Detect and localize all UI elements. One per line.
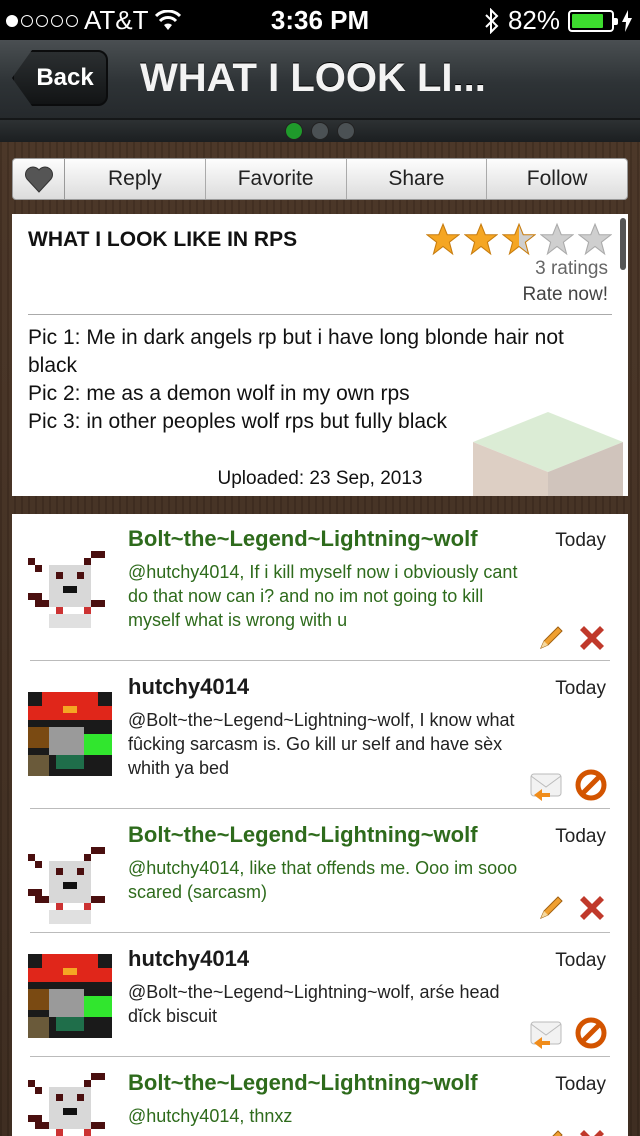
comment-date: Today (555, 826, 606, 847)
ratings-count: 3 ratings (535, 258, 608, 279)
like-button[interactable] (13, 159, 65, 199)
page-indicator[interactable] (0, 120, 640, 142)
skull-avatar[interactable] (28, 1066, 112, 1136)
delete-x-icon[interactable] (576, 892, 608, 924)
star-icon[interactable] (502, 222, 536, 256)
delete-x-icon[interactable] (576, 1126, 608, 1136)
star-icon[interactable] (540, 222, 574, 256)
divider (28, 314, 612, 315)
skull-avatar[interactable] (28, 840, 112, 924)
page-dot[interactable] (337, 122, 355, 140)
skull-avatar[interactable] (28, 544, 112, 628)
battery-percent: 82% (507, 5, 560, 35)
comment-actions (530, 768, 608, 802)
star-icon[interactable] (578, 222, 612, 256)
upload-date: Uploaded: 23 Sep, 2013 (217, 468, 423, 489)
reply-button[interactable]: Reply (65, 159, 206, 199)
favorite-button[interactable]: Favorite (206, 159, 347, 199)
comment-text: @Bolt~the~Legend~Lightning~wolf, I know … (128, 710, 515, 778)
delete-x-icon[interactable] (576, 622, 608, 654)
edit-pencil-icon[interactable] (536, 623, 566, 653)
block-icon[interactable] (574, 768, 608, 802)
comment-actions (536, 1126, 608, 1136)
star-icon[interactable] (464, 222, 498, 256)
comment-divider (30, 1056, 610, 1057)
page-title: WHAT I LOOK LI... (140, 56, 486, 100)
post-card: WHAT I LOOK LIKE IN RPS 3 ratings Rate n… (12, 214, 628, 496)
comment-divider (30, 660, 610, 661)
star-icon[interactable] (426, 222, 460, 256)
red-hat-avatar[interactable] (28, 692, 112, 776)
post-body-line: Pic 1: Me in dark angels rp but i have l… (28, 326, 564, 377)
scrollbar[interactable] (620, 218, 626, 270)
page-dot[interactable] (285, 122, 303, 140)
post-title: WHAT I LOOK LIKE IN RPS (28, 228, 298, 251)
edit-pencil-icon[interactable] (536, 1127, 566, 1136)
red-hat-avatar[interactable] (28, 954, 112, 1038)
comment-author[interactable]: Bolt~the~Legend~Lightning~wolf (128, 526, 478, 552)
bluetooth-icon (485, 7, 499, 34)
comment-date: Today (555, 678, 606, 699)
comment-date: Today (555, 950, 606, 971)
share-button[interactable]: Share (347, 159, 488, 199)
comment-actions (536, 892, 608, 924)
battery-icon (568, 9, 618, 32)
comment-text: @hutchy4014, If i kill myself now i obvi… (128, 562, 518, 630)
block-icon[interactable] (574, 1016, 608, 1050)
comment-date: Today (555, 530, 606, 551)
comment-text: @hutchy4014, thnxz (128, 1106, 293, 1126)
heart-icon (24, 166, 53, 193)
comment-divider (30, 808, 610, 809)
edit-pencil-icon[interactable] (536, 893, 566, 923)
rate-now-link[interactable]: Rate now! (522, 284, 608, 306)
status-bar: AT&T 3:36 PM 82% (0, 0, 640, 40)
comment-author[interactable]: hutchy4014 (128, 674, 249, 700)
comment-text: @hutchy4014, like that offends me. Ooo i… (128, 858, 518, 902)
comments-list: Bolt~the~Legend~Lightning~wolf Today @hu… (12, 514, 628, 1136)
status-right: 82% (484, 5, 632, 36)
comment-actions (530, 1016, 608, 1050)
comment-author[interactable]: hutchy4014 (128, 946, 249, 972)
navigation-bar: Back WHAT I LOOK LI... (0, 40, 640, 120)
comment-date: Today (555, 1074, 606, 1095)
page-dot[interactable] (311, 122, 329, 140)
comment-author[interactable]: Bolt~the~Legend~Lightning~wolf (128, 1070, 478, 1096)
reply-mail-icon[interactable] (530, 1017, 564, 1049)
comment-author[interactable]: Bolt~the~Legend~Lightning~wolf (128, 822, 478, 848)
reply-mail-icon[interactable] (530, 769, 564, 801)
follow-button[interactable]: Follow (487, 159, 627, 199)
comment-divider (30, 932, 610, 933)
star-rating[interactable] (426, 222, 612, 256)
comment-actions (536, 622, 608, 654)
comment-text: @Bolt~the~Legend~Lightning~wolf, arśe he… (128, 982, 500, 1026)
charging-bolt-icon (622, 9, 632, 32)
back-button[interactable]: Back (12, 50, 108, 106)
post-action-bar: Reply Favorite Share Follow (12, 158, 628, 200)
